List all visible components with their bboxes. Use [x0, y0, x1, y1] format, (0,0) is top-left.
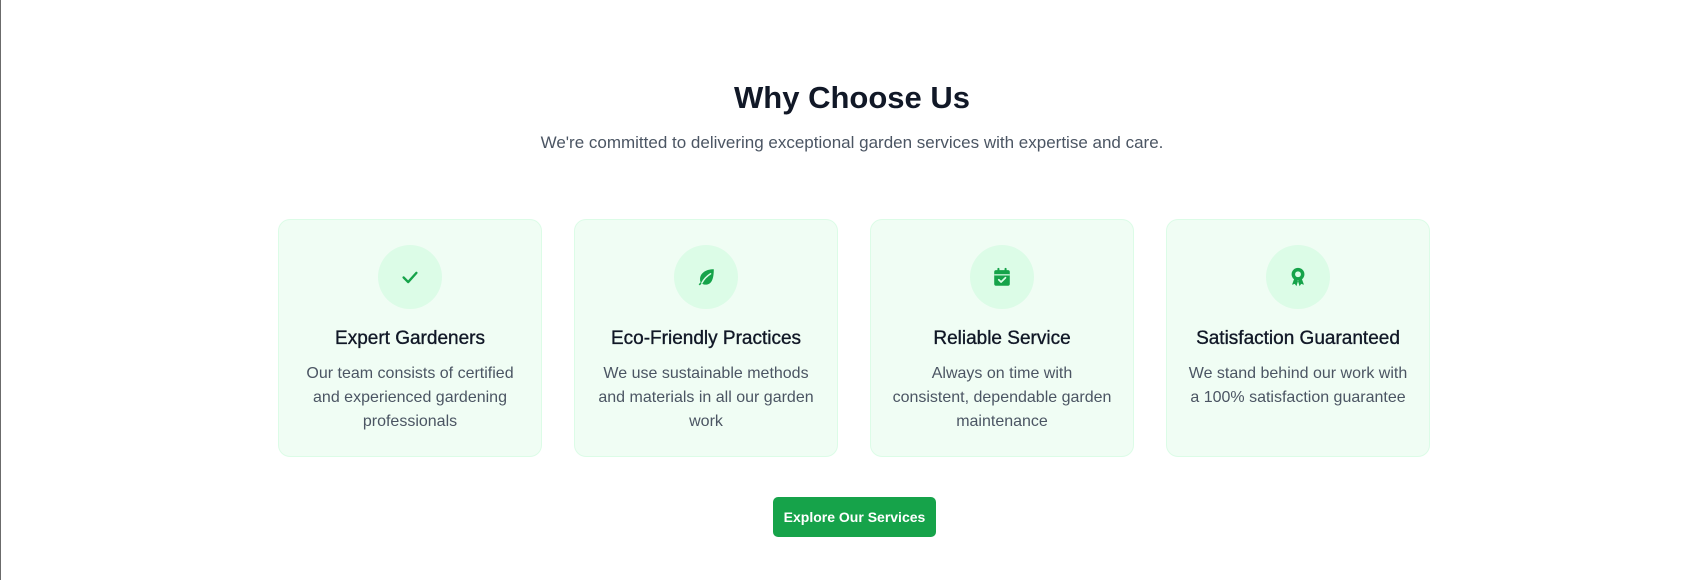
- feature-card-eco-friendly: Eco-Friendly Practices We use sustainabl…: [574, 219, 838, 457]
- leaf-icon: [674, 245, 738, 309]
- feature-description: We use sustainable methods and materials…: [598, 365, 814, 430]
- calendar-check-icon: [970, 245, 1034, 309]
- feature-title: Eco-Friendly Practices: [610, 328, 802, 349]
- feature-cards: Expert Gardeners Our team consists of ce…: [278, 219, 1430, 457]
- feature-title: Satisfaction Guaranteed: [1196, 328, 1400, 349]
- explore-services-button[interactable]: Explore Our Services: [773, 497, 936, 537]
- why-choose-us-section: Why Choose Us We're committed to deliver…: [1, 0, 1702, 580]
- feature-card-reliable-service: Reliable Service Always on time with con…: [870, 219, 1134, 457]
- feature-card-satisfaction: Satisfaction Guaranteed We stand behind …: [1166, 219, 1430, 457]
- award-icon: [1266, 245, 1330, 309]
- feature-title: Expert Gardeners: [335, 328, 485, 349]
- feature-description: Always on time with consistent, dependab…: [892, 365, 1112, 430]
- section-subtitle: We're committed to delivering exceptiona…: [540, 133, 1164, 152]
- section-title: Why Choose Us: [734, 80, 970, 115]
- feature-description: We stand behind our work with a 100% sat…: [1188, 365, 1408, 406]
- feature-card-expert-gardeners: Expert Gardeners Our team consists of ce…: [278, 219, 542, 457]
- check-icon: [378, 245, 442, 309]
- feature-title: Reliable Service: [933, 328, 1071, 349]
- feature-description: Our team consists of certified and exper…: [306, 365, 514, 430]
